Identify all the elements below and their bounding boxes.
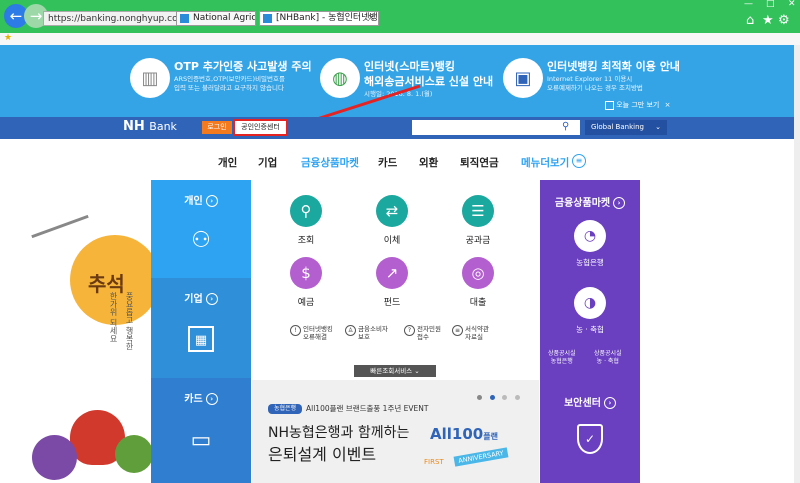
service-label: 이체 [383,236,401,246]
service-label: 조회 [297,236,315,246]
scrollbar[interactable] [794,45,800,483]
service-label: 공과금 [465,236,491,246]
people-icon: ♙ [345,325,356,336]
complaint-icon: ? [404,325,415,336]
service-label: 대출 [469,298,487,308]
chart-up-icon: ↗ [376,257,408,289]
service-label: 예금 [297,298,315,308]
service-loan[interactable]: ◎ 대출 [448,257,508,308]
category-label: 기업 [184,294,203,305]
service-label: 펀드 [383,298,401,308]
quick-services: ⚲ 조회 ⇄ 이체 ☰ 공과금 $ 예금 ↗ 펀드 ◎ 대출 [252,180,539,380]
chevron-right-icon: › [205,195,218,207]
nh-bank-logo[interactable]: NH Bank [123,119,177,134]
global-banking-label: Global Banking [591,123,644,131]
bird-icon [31,214,89,239]
chevron-right-icon: › [205,393,218,405]
chevron-down-icon: ⌄ [655,123,661,131]
gnb-more-menu[interactable]: 메뉴더보기 [521,155,569,170]
product-label: 농협은행 [576,258,604,267]
error-icon: ! [290,325,301,336]
pause-icon[interactable] [477,395,482,400]
gnb-personal[interactable]: 개인 [218,155,237,170]
product-nh-bank[interactable]: ◔ 농협은행 [560,220,620,268]
deco-line1: 풍요롭고 행복한 [125,292,134,351]
gnb-card[interactable]: 카드 [378,155,397,170]
carousel-dot[interactable] [514,395,520,400]
event-title-1: NH농협은행과 함께하는 [268,425,410,441]
small-service-forms[interactable]: ≡ 서식약관 자료실 [452,325,489,341]
service-deposit[interactable]: $ 예금 [276,257,336,308]
bill-icon: ☰ [462,195,494,227]
category-corporate[interactable]: 기업 › ▦ [151,278,251,378]
service-inquiry[interactable]: ⚲ 조회 [276,195,336,246]
chuseok-decoration: 추석 풍요롭고 행복한 한가위 되세요 [0,180,151,483]
service-fund[interactable]: ↗ 펀드 [362,257,422,308]
right-product-column: 금융상품마켓 › ◔ 농협은행 ◑ 농 · 축협 상품공시실 농협은행 상품공시실 농… [540,180,640,483]
security-center-panel[interactable]: 보안센터 › ✓ [540,378,640,483]
chevron-right-icon: › [603,397,616,409]
left-category-column: 개인 › ⚇ 기업 › ▦ 카드 › ▭ [151,180,251,483]
globe-chart-icon: ◑ [574,287,606,319]
product-market-panel: 금융상품마켓 › ◔ 농협은행 ◑ 농 · 축협 상품공시실 농협은행 상품공시실 농… [540,180,640,378]
event-title-2: 은퇴설계 이벤트 [268,445,377,464]
first-text: FIRST [424,458,444,466]
building-icon: ▦ [188,326,214,352]
deco-title: 추석 [88,272,125,296]
all100-logo: All100플랜 [430,425,498,443]
disclosure-coop[interactable]: 상품공시실 농 · 축협 [594,350,622,366]
carousel-dot[interactable] [489,395,495,400]
card-icon: ▭ [190,428,212,453]
shield-icon: ✓ [577,424,603,454]
panel-title[interactable]: 금융상품마켓 [555,198,610,209]
chevron-right-icon: › [613,197,626,209]
product-label: 농 · 축협 [576,325,604,334]
document-icon: ≡ [452,325,463,336]
small-service-consumer[interactable]: ♙ 금융소비자 보호 [345,325,388,341]
person-won-icon: ⚇ [191,228,211,253]
more-services-toggle[interactable]: 빠른조회서비스 ⌄ [354,365,436,377]
login-button[interactable]: 로그인 [202,121,232,134]
category-label: 카드 [184,394,203,405]
service-bill[interactable]: ☰ 공과금 [448,195,508,246]
event-tag: 농협은행 [268,404,302,414]
category-personal[interactable]: 개인 › ⚇ [151,180,251,278]
gnb-forex[interactable]: 외환 [419,155,438,170]
header-bar [0,117,800,139]
global-banking-select[interactable]: Global Banking ⌄ [585,120,667,135]
carousel-controls [477,390,524,403]
small-service-complaint[interactable]: ? 전자민원 접수 [404,325,441,341]
search-icon[interactable]: ⚲ [562,121,569,132]
more-services-label: 빠른조회서비스 [370,367,413,375]
panel-title: 보안센터 [564,398,601,409]
chevron-right-icon: › [205,293,218,305]
service-transfer[interactable]: ⇄ 이체 [362,195,422,246]
lucky-bag-icon [32,435,77,480]
pie-chart-icon: ◔ [574,220,606,252]
money-bag-icon: $ [290,257,322,289]
disclosure-bank[interactable]: 상품공시실 농협은행 [548,350,576,366]
category-card[interactable]: 카드 › ▭ [151,378,251,483]
search-icon: ⚲ [290,195,322,227]
category-label: 개인 [184,196,203,207]
transfer-icon: ⇄ [376,195,408,227]
chevron-down-icon: ⌄ [414,367,420,375]
product-nh-coop[interactable]: ◑ 농 · 축협 [560,287,620,335]
small-service-error[interactable]: ! 인터넷뱅킹 오류해결 [290,325,333,341]
lucky-bag-icon [115,435,151,473]
hamburger-icon[interactable]: ≡ [572,154,586,168]
gnb-corporate[interactable]: 기업 [258,155,277,170]
carousel-dot[interactable] [502,395,507,400]
gnb-pension[interactable]: 퇴직연금 [460,155,499,170]
deco-line2: 한가위 되세요 [109,292,118,343]
gnb-product-market[interactable]: 금융상품마켓 [301,155,359,170]
coins-icon: ◎ [462,257,494,289]
search-input[interactable] [412,120,580,135]
event-subtitle: All100플랜 브랜드출풍 1주년 EVENT [306,404,429,413]
cert-center-button[interactable]: 공인인증센터 [233,119,288,136]
